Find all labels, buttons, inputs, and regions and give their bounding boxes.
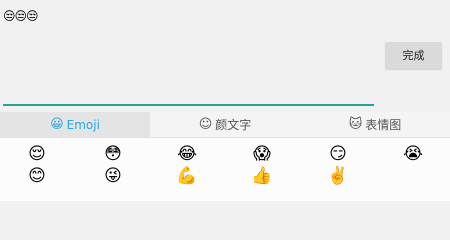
tab-kaomoji[interactable]: ☺ 颜文字 [150, 112, 300, 137]
tab-emoji-label: Emoji [66, 117, 100, 132]
emoji-tab-bar: 😀 Emoji ☺ 颜文字 🐱 表情图 [0, 112, 450, 138]
emoji-victory-hand[interactable]: ✌️ [318, 164, 358, 188]
emoji-sob[interactable]: 😭 [393, 142, 433, 166]
input-underline [3, 104, 374, 106]
smile-icon: 😀 [50, 117, 64, 132]
compose-area[interactable]: 😒😒😒 完成 [0, 0, 450, 112]
face-outline-icon: ☺ [198, 117, 213, 132]
emoji-scream[interactable]: 😱 [242, 142, 282, 166]
tab-kaomoji-label: 颜文字 [215, 118, 252, 132]
emoji-muscle[interactable]: 💪 [167, 164, 207, 188]
emoji-smirk[interactable]: 😏 [318, 142, 358, 166]
message-input-text[interactable]: 😒😒😒 [3, 8, 39, 24]
emoji-blush[interactable]: 😊 [17, 164, 57, 188]
tab-stickers-label: 表情图 [365, 118, 402, 132]
emoji-relieved[interactable]: 😌 [17, 142, 57, 166]
tab-emoji[interactable]: 😀 Emoji [0, 112, 150, 137]
cat-icon: 🐱 [348, 117, 363, 132]
emoji-grid: 😌 😳 😂 😱 😏 😭 😊 😜 💪 👍 ✌️ [0, 138, 450, 201]
tab-stickers[interactable]: 🐱 表情图 [300, 112, 450, 137]
emoji-wink-tongue[interactable]: 😜 [93, 164, 133, 188]
done-button[interactable]: 完成 [385, 42, 442, 69]
emoji-thumbs-up[interactable]: 👍 [242, 164, 282, 188]
emoji-joy[interactable]: 😂 [167, 142, 207, 166]
emoji-flushed[interactable]: 😳 [93, 142, 133, 166]
